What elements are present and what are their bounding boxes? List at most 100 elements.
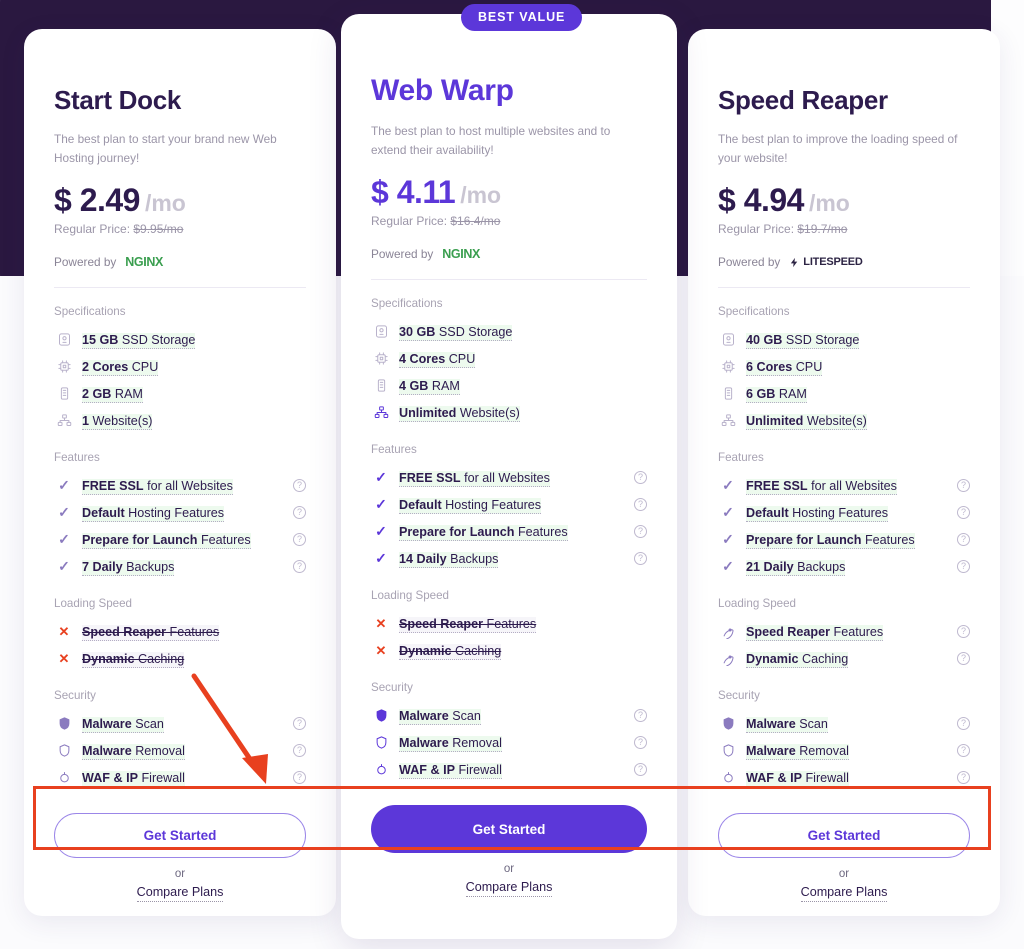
help-icon[interactable]: ? [293, 533, 306, 547]
compare-plans-link[interactable]: Compare Plans [54, 885, 306, 903]
help-icon[interactable]: ? [634, 552, 647, 566]
x-icon: ✕ [371, 616, 391, 632]
security-list: Malware Scan? Malware Removal? WAF & IP Fi… [718, 710, 970, 791]
help-icon[interactable]: ? [957, 506, 970, 520]
help-icon[interactable]: ? [634, 709, 647, 723]
security-label: WAF & IP Firewall [746, 770, 849, 787]
help-icon[interactable]: ? [293, 560, 306, 574]
price-row: $ 2.49/mo [54, 182, 306, 219]
help-icon[interactable]: ? [957, 625, 970, 639]
check-icon: ✓ [58, 531, 70, 548]
best-value-badge: BEST VALUE [461, 4, 583, 31]
spec-row: Unlimited Website(s) [718, 407, 970, 434]
spec-row: 4 GB RAM [371, 372, 647, 399]
feature-label: 21 Daily Backups [746, 559, 846, 576]
get-started-button-plan-3[interactable]: Get Started [718, 813, 970, 859]
help-icon[interactable]: ? [293, 744, 306, 758]
security-title: Security [371, 681, 413, 695]
help-icon[interactable]: ? [634, 471, 647, 485]
help-icon[interactable]: ? [293, 479, 306, 493]
help-icon[interactable]: ? [634, 498, 647, 512]
feature-row: ✓ FREE SSL for all Websites? [54, 472, 306, 499]
spec-row: 2 Cores CPU [54, 353, 306, 380]
help-icon[interactable]: ? [957, 652, 970, 666]
check-icon: ✓ [375, 496, 387, 513]
powered-by: Powered by NGINX [54, 255, 163, 270]
help-icon[interactable]: ? [634, 763, 647, 777]
regular-price: Regular Price: $9.95/mo [54, 222, 184, 237]
shield-outline-icon [371, 735, 391, 750]
feature-row: ✓ Prepare for Launch Features? [371, 518, 647, 545]
get-started-button-plan-2[interactable]: Get Started [371, 805, 647, 854]
plan-name: Start Dock [54, 85, 182, 115]
litespeed-logo: LITESPEED [789, 256, 863, 268]
check-icon: ✓ [58, 558, 70, 575]
help-icon[interactable]: ? [293, 506, 306, 520]
check-icon: ✓ [718, 558, 738, 575]
spec-label: 2 Cores CPU [82, 359, 159, 376]
shield-icon [718, 716, 738, 731]
x-icon: ✕ [375, 642, 387, 658]
help-icon[interactable]: ? [957, 560, 970, 574]
feature-row: ✓ Prepare for Launch Features? [718, 526, 970, 553]
websites-icon [718, 413, 738, 428]
compare-plans-link[interactable]: Compare Plans [371, 880, 647, 898]
check-icon: ✓ [54, 477, 74, 494]
loading-speed-title: Loading Speed [371, 589, 450, 603]
feature-row: ✓ Default Hosting Features? [371, 491, 647, 518]
feature-label: Default Hosting Features [82, 505, 225, 522]
help-icon[interactable]: ? [957, 744, 970, 758]
security-list: Malware Scan? Malware Removal? WAF & IP Fi… [54, 710, 306, 791]
loading-speed-list: ✕ Speed Reaper Features ✕ Dynamic Caching [371, 610, 647, 664]
features-title: Features [718, 451, 764, 465]
help-icon[interactable]: ? [957, 717, 970, 731]
spec-row: 30 GB SSD Storage [371, 318, 647, 345]
price-row: $ 4.11/mo [371, 174, 647, 211]
loading-speed-label: Dynamic Caching [399, 643, 502, 660]
ssd-storage-icon [54, 332, 74, 347]
loading-speed-row: ✕ Dynamic Caching [54, 645, 306, 672]
plan-name: Speed Reaper [718, 85, 888, 115]
ram-icon [718, 386, 738, 401]
feature-label: FREE SSL for all Websites [746, 478, 897, 495]
help-icon[interactable]: ? [957, 533, 970, 547]
price-period: /mo [808, 190, 850, 217]
help-icon[interactable]: ? [634, 736, 647, 750]
cpu-icon [54, 359, 74, 374]
feature-label: 7 Daily Backups [82, 559, 175, 576]
compare-plans-link[interactable]: Compare Plans [718, 885, 970, 903]
feature-row: ✓ 7 Daily Backups? [54, 553, 306, 580]
check-icon: ✓ [718, 477, 738, 494]
rocket-icon [718, 651, 738, 667]
price-period: /mo [460, 182, 502, 209]
features-list: ✓ FREE SSL for all Websites? ✓ Default Host… [371, 464, 647, 572]
specifications-list: 15 GB SSD Storage 2 Cores CPU 2 GB RAM 1 We… [54, 326, 306, 434]
shield-outline-icon [54, 743, 74, 758]
loading-speed-title: Loading Speed [718, 597, 797, 611]
security-row: Malware Scan? [718, 710, 970, 737]
loading-speed-list: Speed Reaper Features? Dynamic Caching? [718, 618, 970, 672]
spec-label: 6 Cores CPU [746, 359, 823, 376]
or-label: or [503, 863, 515, 876]
security-row: Malware Removal? [371, 729, 647, 756]
help-icon[interactable]: ? [634, 525, 647, 539]
features-list: ✓ FREE SSL for all Websites? ✓ Default Host… [54, 472, 306, 580]
feature-label: FREE SSL for all Websites [82, 478, 233, 495]
spec-label: 40 GB SSD Storage [746, 332, 860, 349]
plan-description: The best plan to host multiple websites … [371, 124, 611, 158]
spec-label: 1 Website(s) [82, 413, 153, 430]
spec-label: 4 GB RAM [399, 378, 460, 395]
feature-row: ✓ Default Hosting Features? [718, 499, 970, 526]
get-started-button-plan-1[interactable]: Get Started [54, 813, 306, 859]
plan-description: The best plan to start your brand new We… [54, 132, 277, 166]
feature-row: ✓ 21 Daily Backups? [718, 553, 970, 580]
help-icon[interactable]: ? [293, 771, 306, 785]
pricing-card-1: Start Dock The best plan to start your br… [24, 29, 336, 916]
check-icon: ✓ [58, 504, 70, 521]
check-icon: ✓ [371, 550, 391, 567]
help-icon[interactable]: ? [293, 717, 306, 731]
help-icon[interactable]: ? [957, 479, 970, 493]
security-row: Malware Scan? [54, 710, 306, 737]
help-icon[interactable]: ? [957, 771, 970, 785]
spec-row: 6 Cores CPU [718, 353, 970, 380]
